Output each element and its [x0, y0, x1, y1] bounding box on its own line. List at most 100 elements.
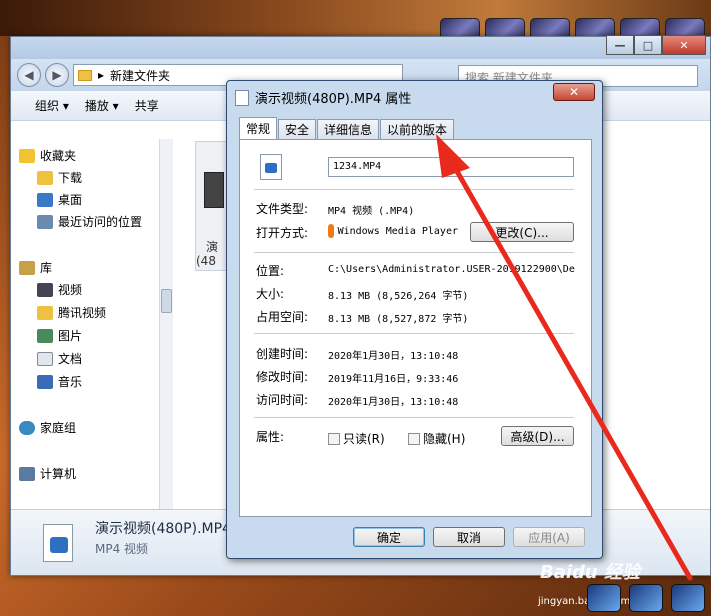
dialog-tabs: 常规 安全 详细信息 以前的版本 [239, 117, 455, 139]
ok-button[interactable]: 确定 [353, 527, 425, 547]
open-with-value: Windows Media Player [328, 224, 458, 238]
app-icon[interactable] [629, 584, 663, 612]
minimize-button[interactable]: — [606, 35, 634, 55]
sidebar-item-music[interactable]: 音乐 [37, 373, 82, 390]
desktop-background-top [0, 0, 711, 48]
breadcrumb[interactable]: 新建文件夹 [110, 67, 170, 84]
folder-icon [37, 305, 53, 320]
maximize-button[interactable]: □ [634, 35, 662, 55]
size-label: 大小: [256, 287, 285, 301]
general-tab-panel: 1234.MP4 文件类型: MP4 视频 (.MP4) 打开方式: Windo… [239, 139, 592, 517]
file-icon [235, 89, 249, 106]
sidebar-item-libraries[interactable]: 库 [19, 259, 52, 276]
close-button[interactable]: ✕ [553, 83, 595, 101]
sidebar-item-pictures[interactable]: 图片 [37, 327, 82, 344]
app-icon[interactable] [587, 584, 621, 612]
close-button[interactable]: ✕ [662, 35, 706, 55]
divider [254, 189, 574, 190]
play-menu[interactable]: 播放 ▾ [85, 97, 119, 114]
sidebar-item-label: 桌面 [58, 193, 83, 207]
open-with-app-name: Windows Media Player [337, 225, 458, 237]
sidebar-item-homegroup[interactable]: 家庭组 [19, 419, 76, 436]
attributes-label: 属性: [256, 430, 285, 444]
folder-icon [78, 69, 92, 81]
app-icon[interactable] [671, 584, 705, 612]
navigation-scrollbar[interactable] [159, 139, 173, 509]
back-button[interactable]: ◀ [17, 63, 41, 87]
change-button[interactable]: 更改(C)... [470, 222, 574, 242]
sidebar-item-label: 图片 [58, 329, 83, 343]
location-label: 位置: [256, 264, 285, 278]
cancel-button[interactable]: 取消 [433, 527, 505, 547]
sidebar-item-label: 计算机 [40, 467, 77, 481]
homegroup-icon [19, 420, 35, 435]
tab-previous-versions[interactable]: 以前的版本 [380, 119, 455, 139]
divider [254, 417, 574, 418]
sidebar-item-label: 音乐 [58, 375, 83, 389]
computer-icon [19, 466, 35, 481]
media-file-icon [43, 524, 73, 562]
sidebar-item-favorites[interactable]: 收藏夹 [19, 147, 76, 164]
file-item-label: 演 [206, 240, 219, 254]
tab-security[interactable]: 安全 [278, 119, 317, 139]
readonly-checkbox[interactable]: 只读(R) [328, 430, 385, 447]
location-value: C:\Users\Administrator.USER-2019122900\D… [328, 264, 575, 275]
tray-icons [587, 584, 705, 612]
sidebar-item-computer[interactable]: 计算机 [19, 465, 76, 482]
organize-menu[interactable]: 组织 ▾ [35, 97, 69, 114]
tab-details[interactable]: 详细信息 [317, 119, 380, 139]
modified-label: 修改时间: [256, 370, 309, 384]
breadcrumb-arrow-icon: ▸ [98, 68, 105, 82]
tab-general[interactable]: 常规 [239, 117, 278, 139]
sidebar-item-label: 下载 [58, 171, 83, 185]
share-menu[interactable]: 共享 [135, 97, 159, 114]
sidebar-item-label: 文档 [58, 352, 83, 366]
open-with-label: 打开方式: [256, 226, 309, 240]
explorer-titlebar: — □ ✕ [11, 35, 710, 59]
desktop-icon [37, 192, 53, 207]
downloads-folder-icon [37, 170, 53, 185]
forward-button[interactable]: ▶ [45, 63, 69, 87]
video-library-icon [37, 282, 53, 297]
media-file-icon [260, 154, 282, 180]
hidden-checkbox[interactable]: 隐藏(H) [408, 430, 465, 447]
video-file-icon [204, 172, 224, 208]
created-label: 创建时间: [256, 347, 309, 361]
window-controls: — □ ✕ [606, 35, 706, 55]
details-file-type: MP4 视频 [95, 542, 149, 556]
apply-button[interactable]: 应用(A) [513, 527, 585, 547]
sidebar-item-label: 最近访问的位置 [58, 215, 143, 229]
file-name-input[interactable]: 1234.MP4 [328, 157, 574, 177]
divider [254, 333, 574, 334]
checkbox-box[interactable] [328, 432, 340, 445]
file-item-label: (48 [196, 254, 216, 268]
readonly-label: 只读(R) [343, 432, 385, 446]
sidebar-item-label: 腾讯视频 [58, 306, 107, 320]
file-type-value: MP4 视频 (.MP4) [328, 206, 415, 217]
accessed-label: 访问时间: [256, 393, 309, 407]
sidebar-item-documents[interactable]: 文档 [37, 350, 82, 367]
sidebar-item-tencent-video[interactable]: 腾讯视频 [37, 304, 106, 321]
advanced-button[interactable]: 高级(D)... [501, 426, 574, 446]
file-type-label: 文件类型: [256, 202, 309, 216]
size-on-disk-label: 占用空间: [256, 310, 309, 324]
recent-places-icon [37, 214, 53, 229]
navigation-pane: 收藏夹 下载 桌面 最近访问的位置 库 视频 腾讯视频 图片 文档 音乐 家庭组… [11, 139, 161, 509]
sidebar-item-label: 库 [40, 261, 53, 275]
created-value: 2020年1月30日，13:10:48 [328, 351, 459, 362]
sidebar-item-recent[interactable]: 最近访问的位置 [37, 213, 142, 230]
properties-dialog: 演示视频(480P).MP4 属性 ✕ 常规 安全 详细信息 以前的版本 123… [226, 80, 603, 559]
divider [254, 252, 574, 253]
windows-media-player-icon [328, 224, 334, 238]
details-file-name: 演示视频(480P).MP4 [95, 521, 231, 537]
sidebar-item-downloads[interactable]: 下载 [37, 169, 82, 186]
scrollbar-thumb[interactable] [161, 289, 172, 313]
documents-library-icon [37, 351, 53, 366]
checkbox-box[interactable] [408, 432, 420, 445]
star-icon [19, 148, 35, 163]
sidebar-item-videos[interactable]: 视频 [37, 281, 82, 298]
dialog-title: 演示视频(480P).MP4 属性 [255, 92, 412, 107]
sidebar-item-label: 家庭组 [40, 421, 77, 435]
sidebar-item-desktop[interactable]: 桌面 [37, 191, 82, 208]
sidebar-item-label: 收藏夹 [40, 149, 77, 163]
